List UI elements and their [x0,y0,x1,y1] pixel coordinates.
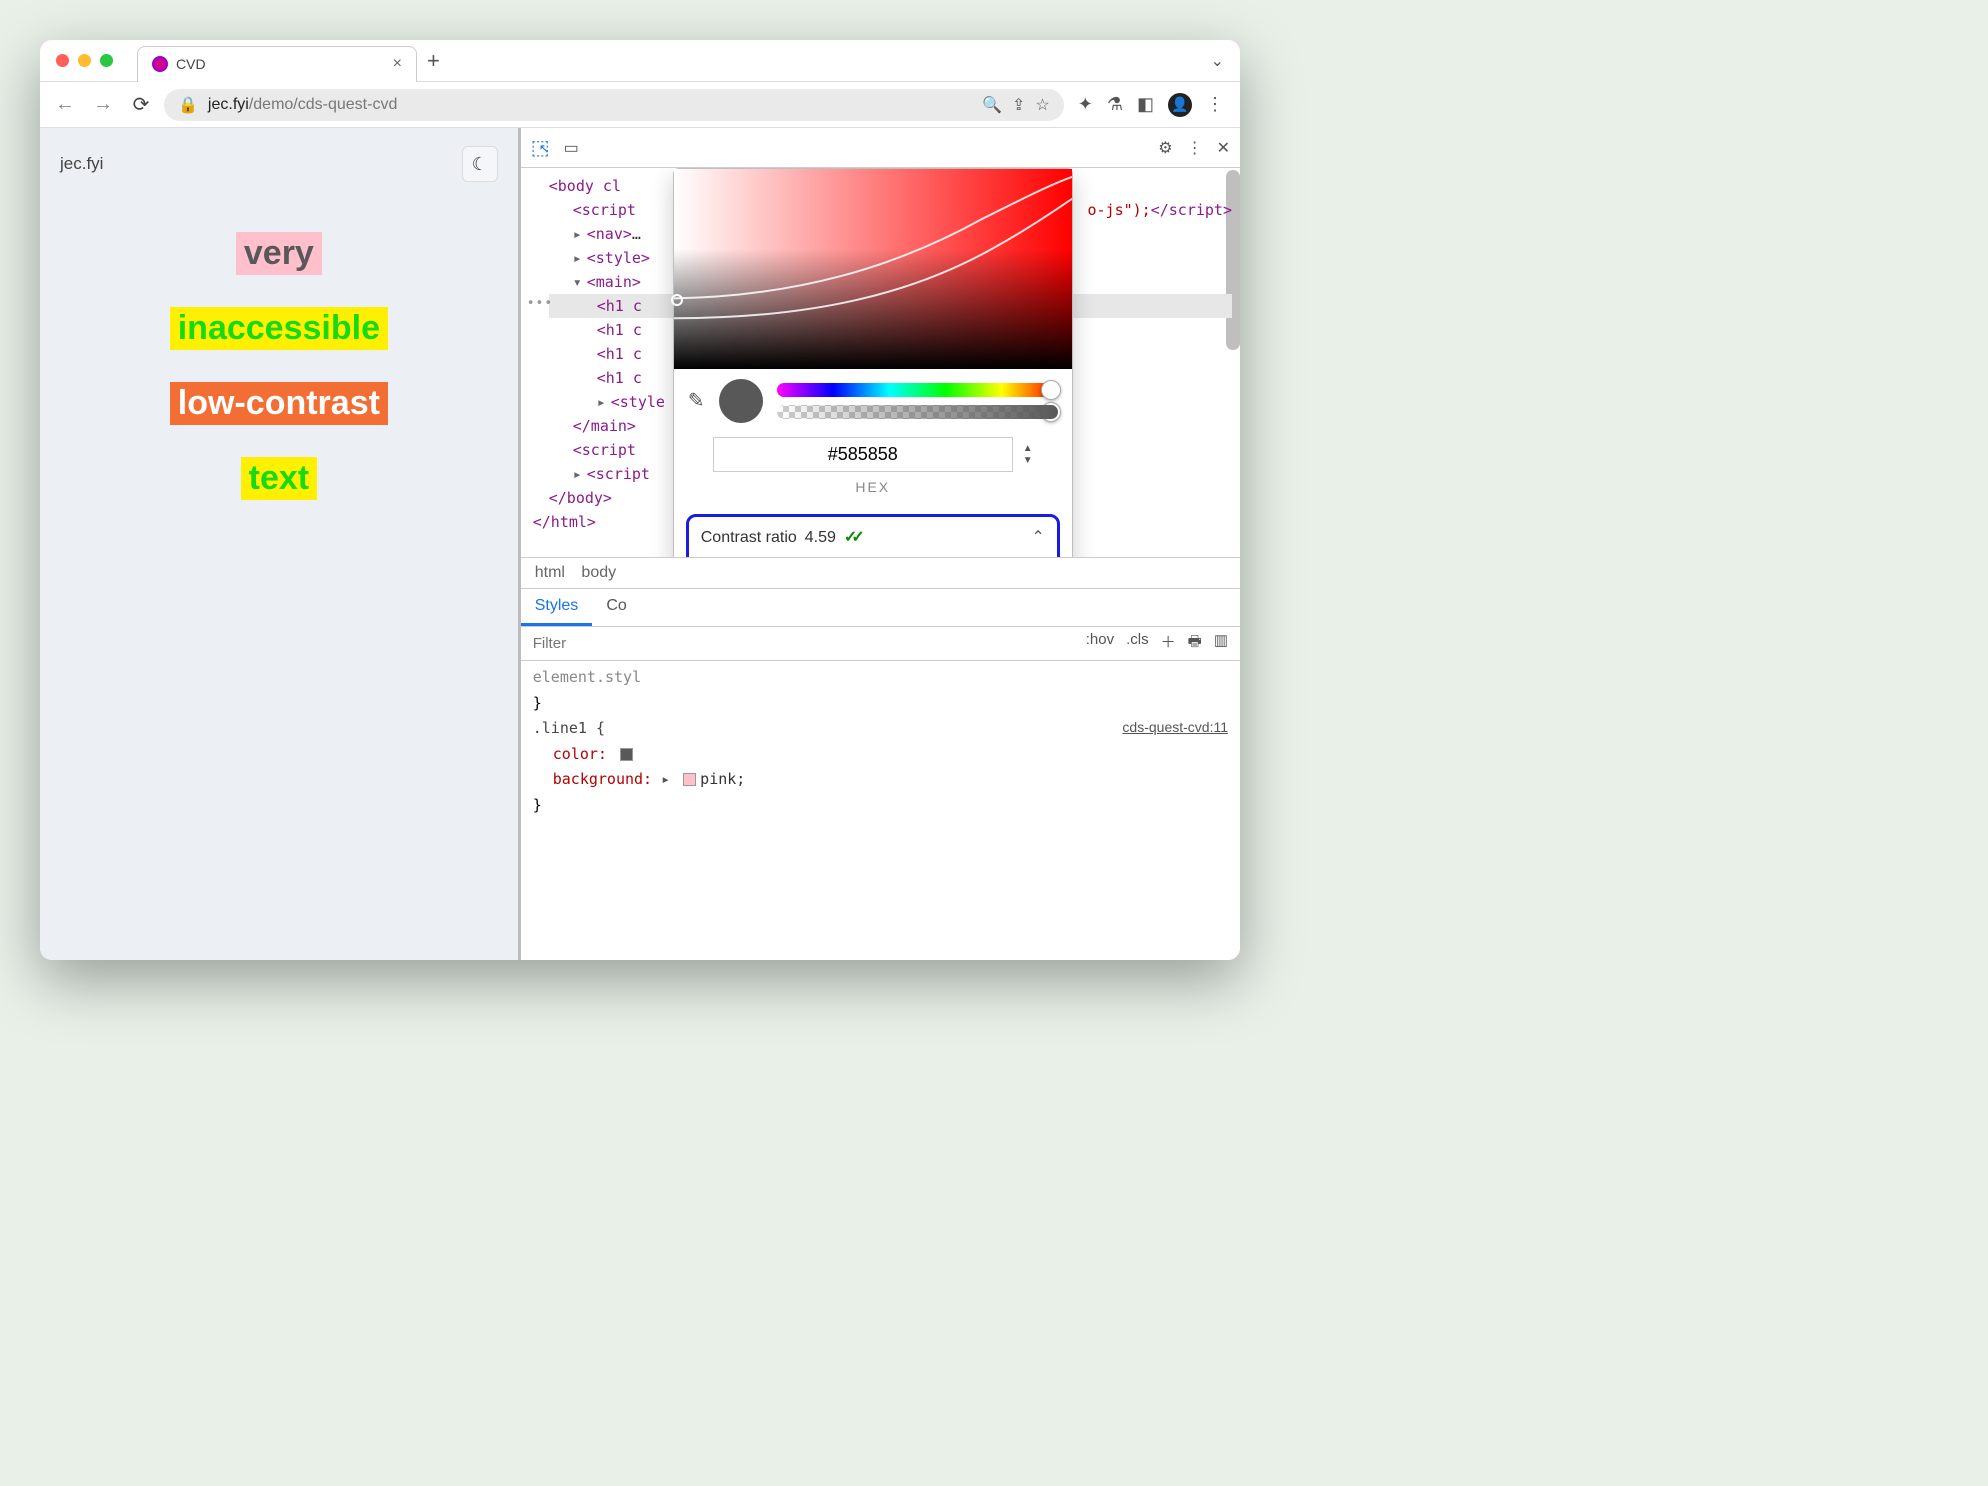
tabs-dropdown-icon[interactable]: ⌄ [1211,51,1224,71]
browser-window: CVD × + ⌄ ← → ⟳ 🔒 jec.fyi/demo/cds-quest… [40,40,1240,960]
url-bar: ← → ⟳ 🔒 jec.fyi/demo/cds-quest-cvd 🔍 ⇪ ☆… [40,82,1240,128]
new-style-rule-icon[interactable]: ＋ [1161,631,1176,656]
tab-title: CVD [176,56,385,72]
color-spectrum[interactable] [674,169,1072,369]
devtools-menu-icon[interactable]: ⋮ [1187,138,1203,158]
tab-styles[interactable]: Styles [521,589,593,626]
color-picker-popover: ✎ ▲▼ HEX [673,168,1073,558]
tab-computed[interactable]: Co [592,589,640,626]
devtools-header: ⬚↖ ▭ ⚙ ⋮ ✕ [521,128,1240,168]
sidepanel-icon[interactable]: ◧ [1137,94,1154,115]
address-bar[interactable]: 🔒 jec.fyi/demo/cds-quest-cvd 🔍 ⇪ ☆ [164,89,1064,121]
back-button[interactable]: ← [50,93,80,116]
sample-line3: low-contrast [170,382,388,425]
new-tab-button[interactable]: + [427,48,440,74]
source-link[interactable]: cds-quest-cvd:11 [1122,716,1228,740]
contrast-ratio-box: Contrast ratio 4.59 ✓✓ ⌃ AA: 3.0 ✓ AAA: … [686,514,1060,558]
extensions-icon[interactable]: ✦ [1078,94,1093,115]
styles-filter-row: :hov .cls ＋ 🖶 ▥ [521,627,1240,661]
url-text: jec.fyi/demo/cds-quest-cvd [208,96,397,114]
contrast-label: Contrast ratio [701,525,797,551]
inspect-element-icon[interactable]: ⬚↖ [531,135,550,160]
minimize-window-button[interactable] [78,54,91,67]
element-style-label: element.styl [533,665,1228,691]
close-window-button[interactable] [56,54,69,67]
forward-button[interactable]: → [88,93,118,116]
styles-filter-input[interactable] [521,627,1074,660]
hex-input[interactable] [713,437,1013,472]
elements-breadcrumb[interactable]: html body [521,558,1240,589]
sample-line4: text [241,457,317,500]
page-preview: jec.fyi ☾ very inaccessible low-contrast… [40,128,518,960]
titlebar: CVD × + ⌄ [40,40,1240,82]
toggle-sidebar-icon[interactable]: ▥ [1214,631,1228,656]
styles-body[interactable]: element.styl } cds-quest-cvd:11 .line1 {… [521,661,1240,822]
close-tab-icon[interactable]: × [393,55,402,73]
collapse-contrast-icon[interactable]: ⌃ [1031,525,1044,551]
computed-styles-icon[interactable]: 🖶 [1188,631,1202,656]
spectrum-selector[interactable] [671,294,683,306]
share-icon[interactable]: ⇪ [1012,95,1025,115]
color-swatch[interactable] [683,773,696,786]
devtools-panel: ⬚↖ ▭ ⚙ ⋮ ✕ <body cl <script o-js");</scr… [518,128,1240,960]
hue-slider[interactable] [777,383,1058,397]
sample-line1: very [236,232,322,275]
format-stepper[interactable]: ▲▼ [1023,444,1033,466]
close-devtools-icon[interactable]: ✕ [1217,138,1230,158]
contrast-value: 4.59 [805,525,836,551]
maximize-window-button[interactable] [100,54,113,67]
styles-tab-bar: Styles Co [521,589,1240,627]
lock-icon: 🔒 [178,95,198,115]
browser-menu-icon[interactable]: ⋮ [1206,94,1224,115]
sample-line2: inaccessible [170,307,388,350]
theme-toggle-button[interactable]: ☾ [462,146,498,182]
bookmark-icon[interactable]: ☆ [1035,95,1049,115]
browser-toolbar-icons: ✦ ⚗ ◧ 👤 ⋮ [1072,93,1230,117]
settings-icon[interactable]: ⚙ [1158,138,1172,158]
color-swatch[interactable] [620,748,633,761]
hov-toggle[interactable]: :hov [1086,631,1114,656]
tab-favicon [152,56,168,72]
hue-knob[interactable] [1041,380,1061,400]
elements-tree[interactable]: <body cl <script o-js");</script> <nav>…… [521,168,1240,558]
alpha-knob[interactable] [1041,402,1061,422]
page-brand: jec.fyi [60,154,103,174]
rule-selector: .line1 { [533,719,605,737]
double-check-icon: ✓✓ [844,525,859,551]
content-area: jec.fyi ☾ very inaccessible low-contrast… [40,128,1240,960]
hex-format-label: HEX [855,476,890,498]
eyedropper-icon[interactable]: ✎ [688,385,705,417]
profile-avatar[interactable]: 👤 [1168,93,1192,117]
window-controls [56,54,113,67]
browser-tab[interactable]: CVD × [137,46,417,82]
current-color-preview [719,379,763,423]
alpha-slider[interactable] [777,405,1058,419]
reload-button[interactable]: ⟳ [126,92,156,117]
moon-icon: ☾ [472,154,488,175]
zoom-icon[interactable]: 🔍 [982,95,1002,115]
cls-toggle[interactable]: .cls [1126,631,1149,656]
labs-icon[interactable]: ⚗ [1107,94,1123,115]
device-toolbar-icon[interactable]: ▭ [564,138,579,158]
